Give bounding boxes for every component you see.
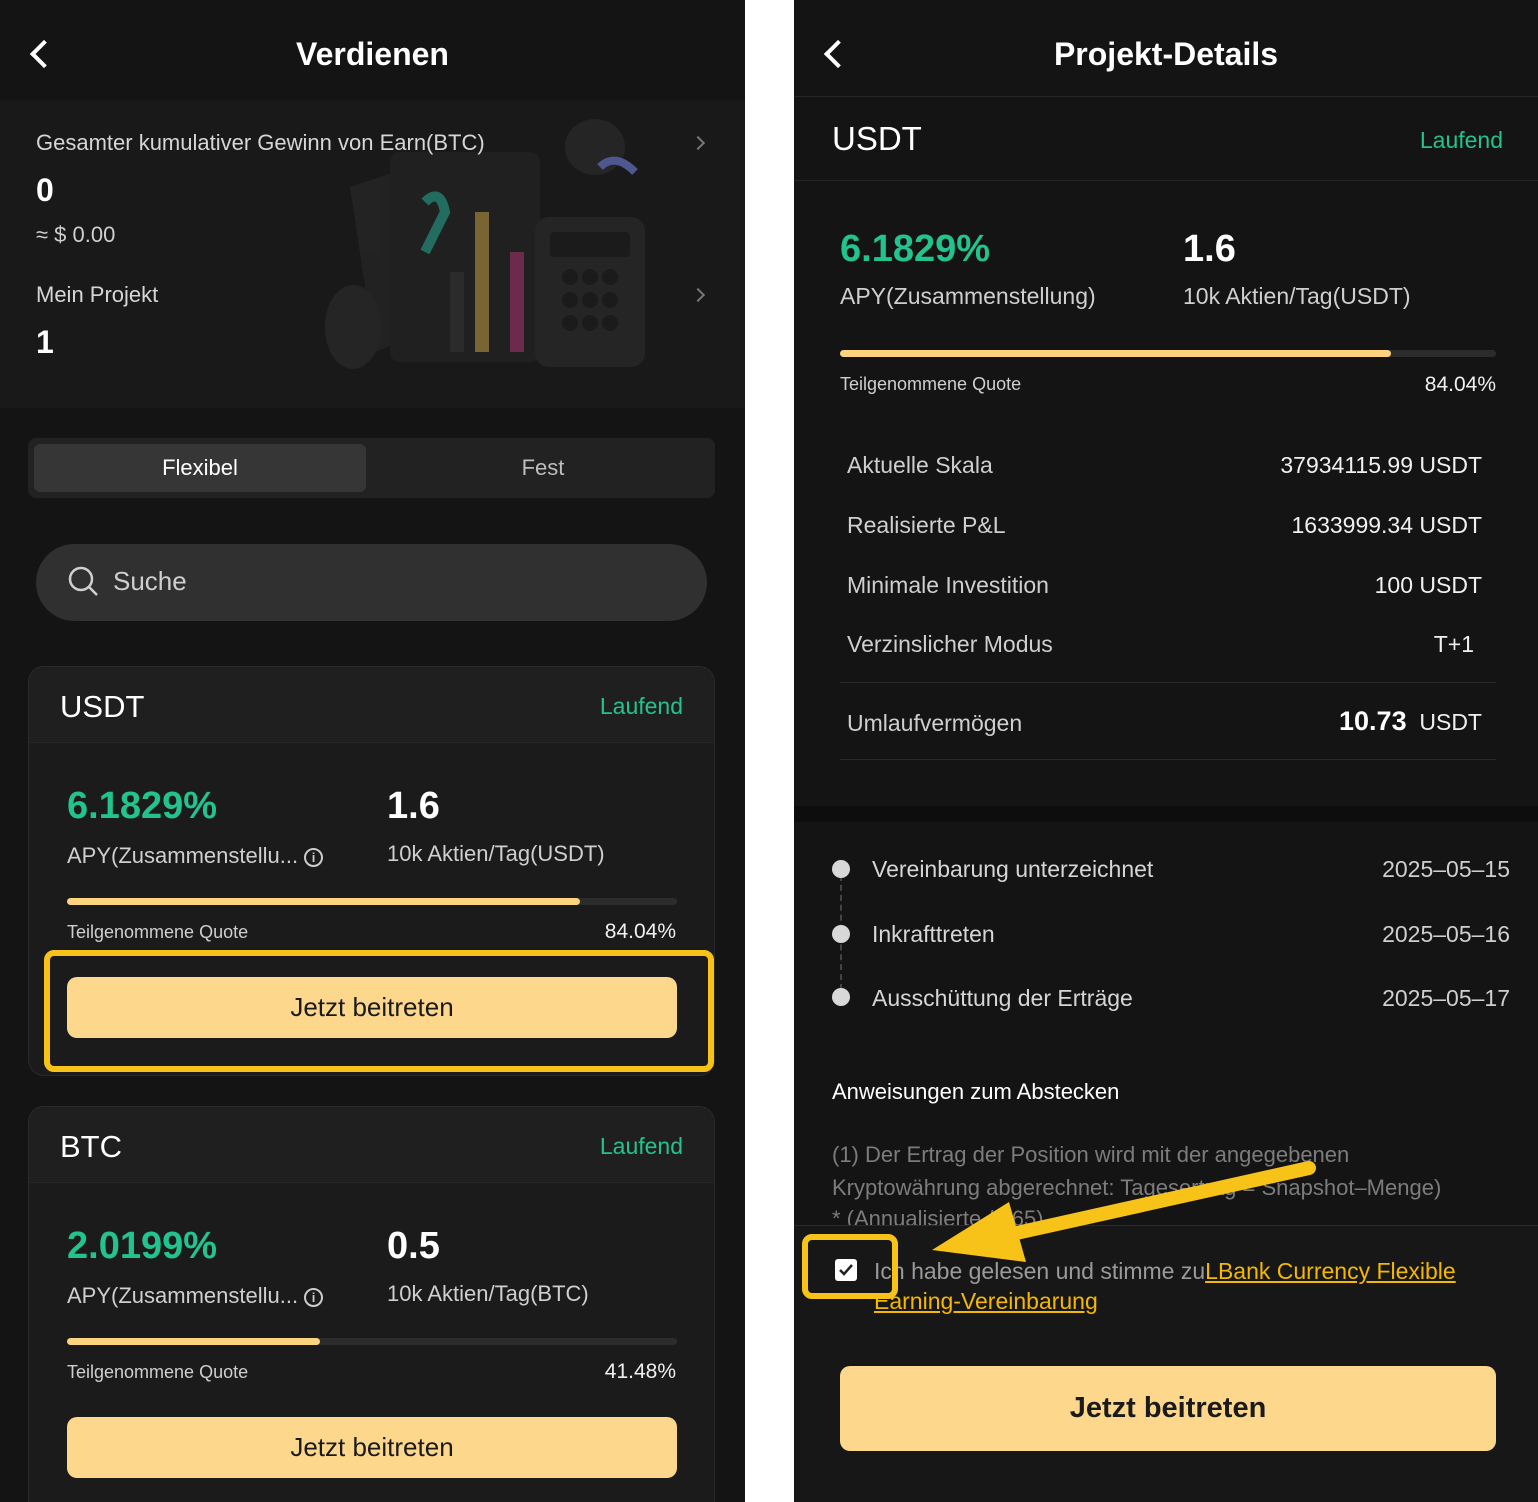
search-input[interactable]: Suche <box>113 566 187 597</box>
quota-label: Teilgenommene Quote <box>840 374 1022 394</box>
highlight-box <box>802 1234 898 1299</box>
quota-value: 84.04% <box>604 920 676 943</box>
join-now-button[interactable]: Jetzt beitreten <box>67 1417 677 1478</box>
divider <box>794 180 1538 181</box>
timeline-date: 2025–05–16 <box>1382 921 1510 947</box>
apy-label: APY(Zusammenstellu... i <box>67 1283 324 1309</box>
status-badge: Laufend <box>1419 127 1503 153</box>
info-icon[interactable]: i <box>304 847 324 867</box>
total-earnings-label: Gesamter kumulativer Gewinn von Earn(BTC… <box>36 130 485 155</box>
yield-label: 10k Aktien/Tag(USDT) <box>1183 283 1411 309</box>
timeline-dot <box>832 988 850 1006</box>
join-now-button[interactable]: Jetzt beitreten <box>840 1366 1496 1451</box>
detail-value: 100 USDT <box>1374 572 1482 598</box>
search-icon <box>68 566 98 596</box>
quota-progress-fill <box>67 898 580 905</box>
coin-name: USDT <box>60 689 145 724</box>
info-icon[interactable]: i <box>304 1287 324 1307</box>
my-project-label: Mein Projekt <box>36 282 159 307</box>
timeline-dot <box>832 860 850 878</box>
quota-progress-fill <box>67 1338 321 1345</box>
total-earnings-value: 0 <box>36 172 54 208</box>
quota-progress-bar <box>840 350 1496 357</box>
project-details-screen: Projekt-Details USDT Laufend 6.1829% APY… <box>794 0 1538 1502</box>
apy-label: APY(Zusammenstellu... i <box>67 843 324 869</box>
quota-progress-bar <box>67 1338 677 1345</box>
details-list: Aktuelle Skala 37934115.99 USDT Realisie… <box>840 420 1496 760</box>
timeline-date: 2025–05–17 <box>1382 985 1510 1011</box>
detail-value: T+1 <box>1433 631 1474 657</box>
product-type-tabs: Flexibel Fest <box>28 438 715 498</box>
yield-value: 1.6 <box>1183 228 1236 270</box>
timeline-label: Ausschüttung der Erträge <box>872 985 1133 1011</box>
section-gap <box>794 806 1538 822</box>
page-title: Verdienen <box>296 36 449 72</box>
apy-label: APY(Zusammenstellung) <box>840 283 1096 309</box>
divider <box>794 96 1538 97</box>
agreement-link[interactable]: Earning-Vereinbarung <box>874 1288 1098 1314</box>
assets-value: 10.73 USDT <box>1339 706 1482 737</box>
assets-unit: USDT <box>1419 709 1482 735</box>
my-project-value: 1 <box>36 324 54 360</box>
quota-label: Teilgenommene Quote <box>67 1362 249 1382</box>
assets-label: Umlaufvermögen <box>847 710 1023 736</box>
assets-amount: 10.73 <box>1339 706 1407 736</box>
coin-name: USDT <box>832 120 922 157</box>
detail-value: 37934115.99 USDT <box>1280 452 1482 478</box>
instructions-title: Anweisungen zum Abstecken <box>832 1079 1120 1104</box>
timeline-label: Vereinbarung unterzeichnet <box>872 856 1154 882</box>
timeline-label: Inkrafttreten <box>872 921 995 947</box>
quota-value: 41.48% <box>604 1360 676 1383</box>
annotation-arrow-icon <box>932 1161 1316 1262</box>
apy-label-text: APY(Zusammenstellu... <box>67 1283 299 1308</box>
earn-overview-screen: Verdienen Gesamter kumulativer Gewinn vo… <box>0 0 745 1502</box>
detail-label: Minimale Investition <box>847 572 1049 598</box>
apy-label-text: APY(Zusammenstellu... <box>67 843 299 868</box>
yield-label: 10k Aktien/Tag(BTC) <box>387 1281 589 1306</box>
product-card-btc[interactable]: BTC Laufend 2.0199% APY(Zusammenstellu..… <box>28 1106 715 1502</box>
quota-progress-fill <box>840 350 1392 357</box>
apy-value: 6.1829% <box>840 228 991 270</box>
total-earnings-usd: ≈ $ 0.00 <box>36 222 116 247</box>
quota-progress-bar <box>67 898 677 905</box>
detail-label: Aktuelle Skala <box>847 452 993 478</box>
apy-value: 2.0199% <box>67 1225 218 1267</box>
yield-label: 10k Aktien/Tag(USDT) <box>387 841 605 866</box>
page-title: Projekt-Details <box>1053 36 1279 72</box>
status-badge: Laufend <box>599 693 683 719</box>
status-badge: Laufend <box>599 1133 683 1159</box>
tab-fest[interactable]: Fest <box>378 444 708 492</box>
timeline-dot <box>832 925 850 943</box>
detail-label: Verzinslicher Modus <box>847 631 1053 657</box>
quota-label: Teilgenommene Quote <box>67 922 249 942</box>
yield-value: 1.6 <box>387 785 440 827</box>
yield-value: 0.5 <box>387 1225 440 1267</box>
detail-value: 1633999.34 USDT <box>1291 512 1482 538</box>
detail-label: Realisierte P&L <box>847 512 1006 538</box>
tab-flexibel[interactable]: Flexibel <box>34 444 366 492</box>
coin-name: BTC <box>60 1129 122 1164</box>
apy-value: 6.1829% <box>67 785 218 827</box>
highlight-box <box>44 950 714 1072</box>
search-bar[interactable]: Suche <box>36 544 707 621</box>
quota-value: 84.04% <box>1424 373 1496 396</box>
timeline-date: 2025–05–15 <box>1382 856 1510 882</box>
divider <box>840 682 1496 683</box>
